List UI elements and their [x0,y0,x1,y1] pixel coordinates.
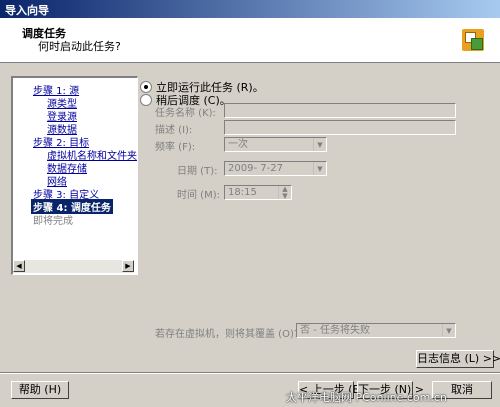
chevron-down-icon[interactable]: ▼ [442,324,455,337]
description-field[interactable] [224,120,456,135]
radio-unselected-icon[interactable] [140,94,152,106]
help-button[interactable]: 帮助 (H) [11,381,69,399]
task-name-label: 任务名称 (K): [155,108,216,119]
footer-divider [0,372,500,374]
overwrite-select[interactable]: 否 - 任务将失败 ▼ [296,323,456,338]
frequency-select[interactable]: 一次 ▼ [224,137,327,152]
task-name-field[interactable] [224,103,456,118]
frequency-label: 频率 (F): [155,142,196,153]
description-label: 描述 (I): [155,125,193,136]
watermark: 太平洋电脑网 PConline.com.cn [286,391,447,404]
frequency-value: 一次 [228,139,248,150]
date-label: 日期 (T): [177,166,218,177]
window-title: 导入向导 [5,4,49,17]
time-label: 时间 (M): [177,190,220,201]
wizard-logo-icon [462,29,484,51]
spin-arrows-icon[interactable]: ▲ ▼ [278,186,291,200]
date-value: 2009- 7-27 [228,163,283,174]
overwrite-label: 若存在虚拟机，则将其覆盖 (O)? [155,329,300,340]
chevron-down-icon[interactable]: ▼ [313,162,326,175]
wizard-header: 调度任务 何时启动此任务? [0,18,500,63]
log-info-button[interactable]: 日志信息 (L) >> [416,350,500,368]
nav-horizontal-scrollbar[interactable]: ◀ ▶ [13,260,134,273]
nav-ready-to-complete: 即将完成 [33,216,73,227]
overwrite-value: 否 - 任务将失败 [300,325,370,336]
scroll-left-icon[interactable]: ◀ [13,260,25,272]
date-picker[interactable]: 2009- 7-27 ▼ [224,161,327,176]
scroll-right-icon[interactable]: ▶ [122,260,134,272]
chevron-down-icon[interactable]: ▼ [313,138,326,151]
time-value: 18:15 [228,187,257,198]
title-bar: 导入向导 [0,0,500,18]
wizard-steps-panel: 步骤 1: 源 源类型 登录源 源数据 步骤 2: 目标 虚拟机名称和文件夹 数… [11,76,138,275]
page-subtitle: 何时启动此任务? [38,40,121,53]
time-stepper[interactable]: 18:15 ▲ ▼ [224,185,292,200]
